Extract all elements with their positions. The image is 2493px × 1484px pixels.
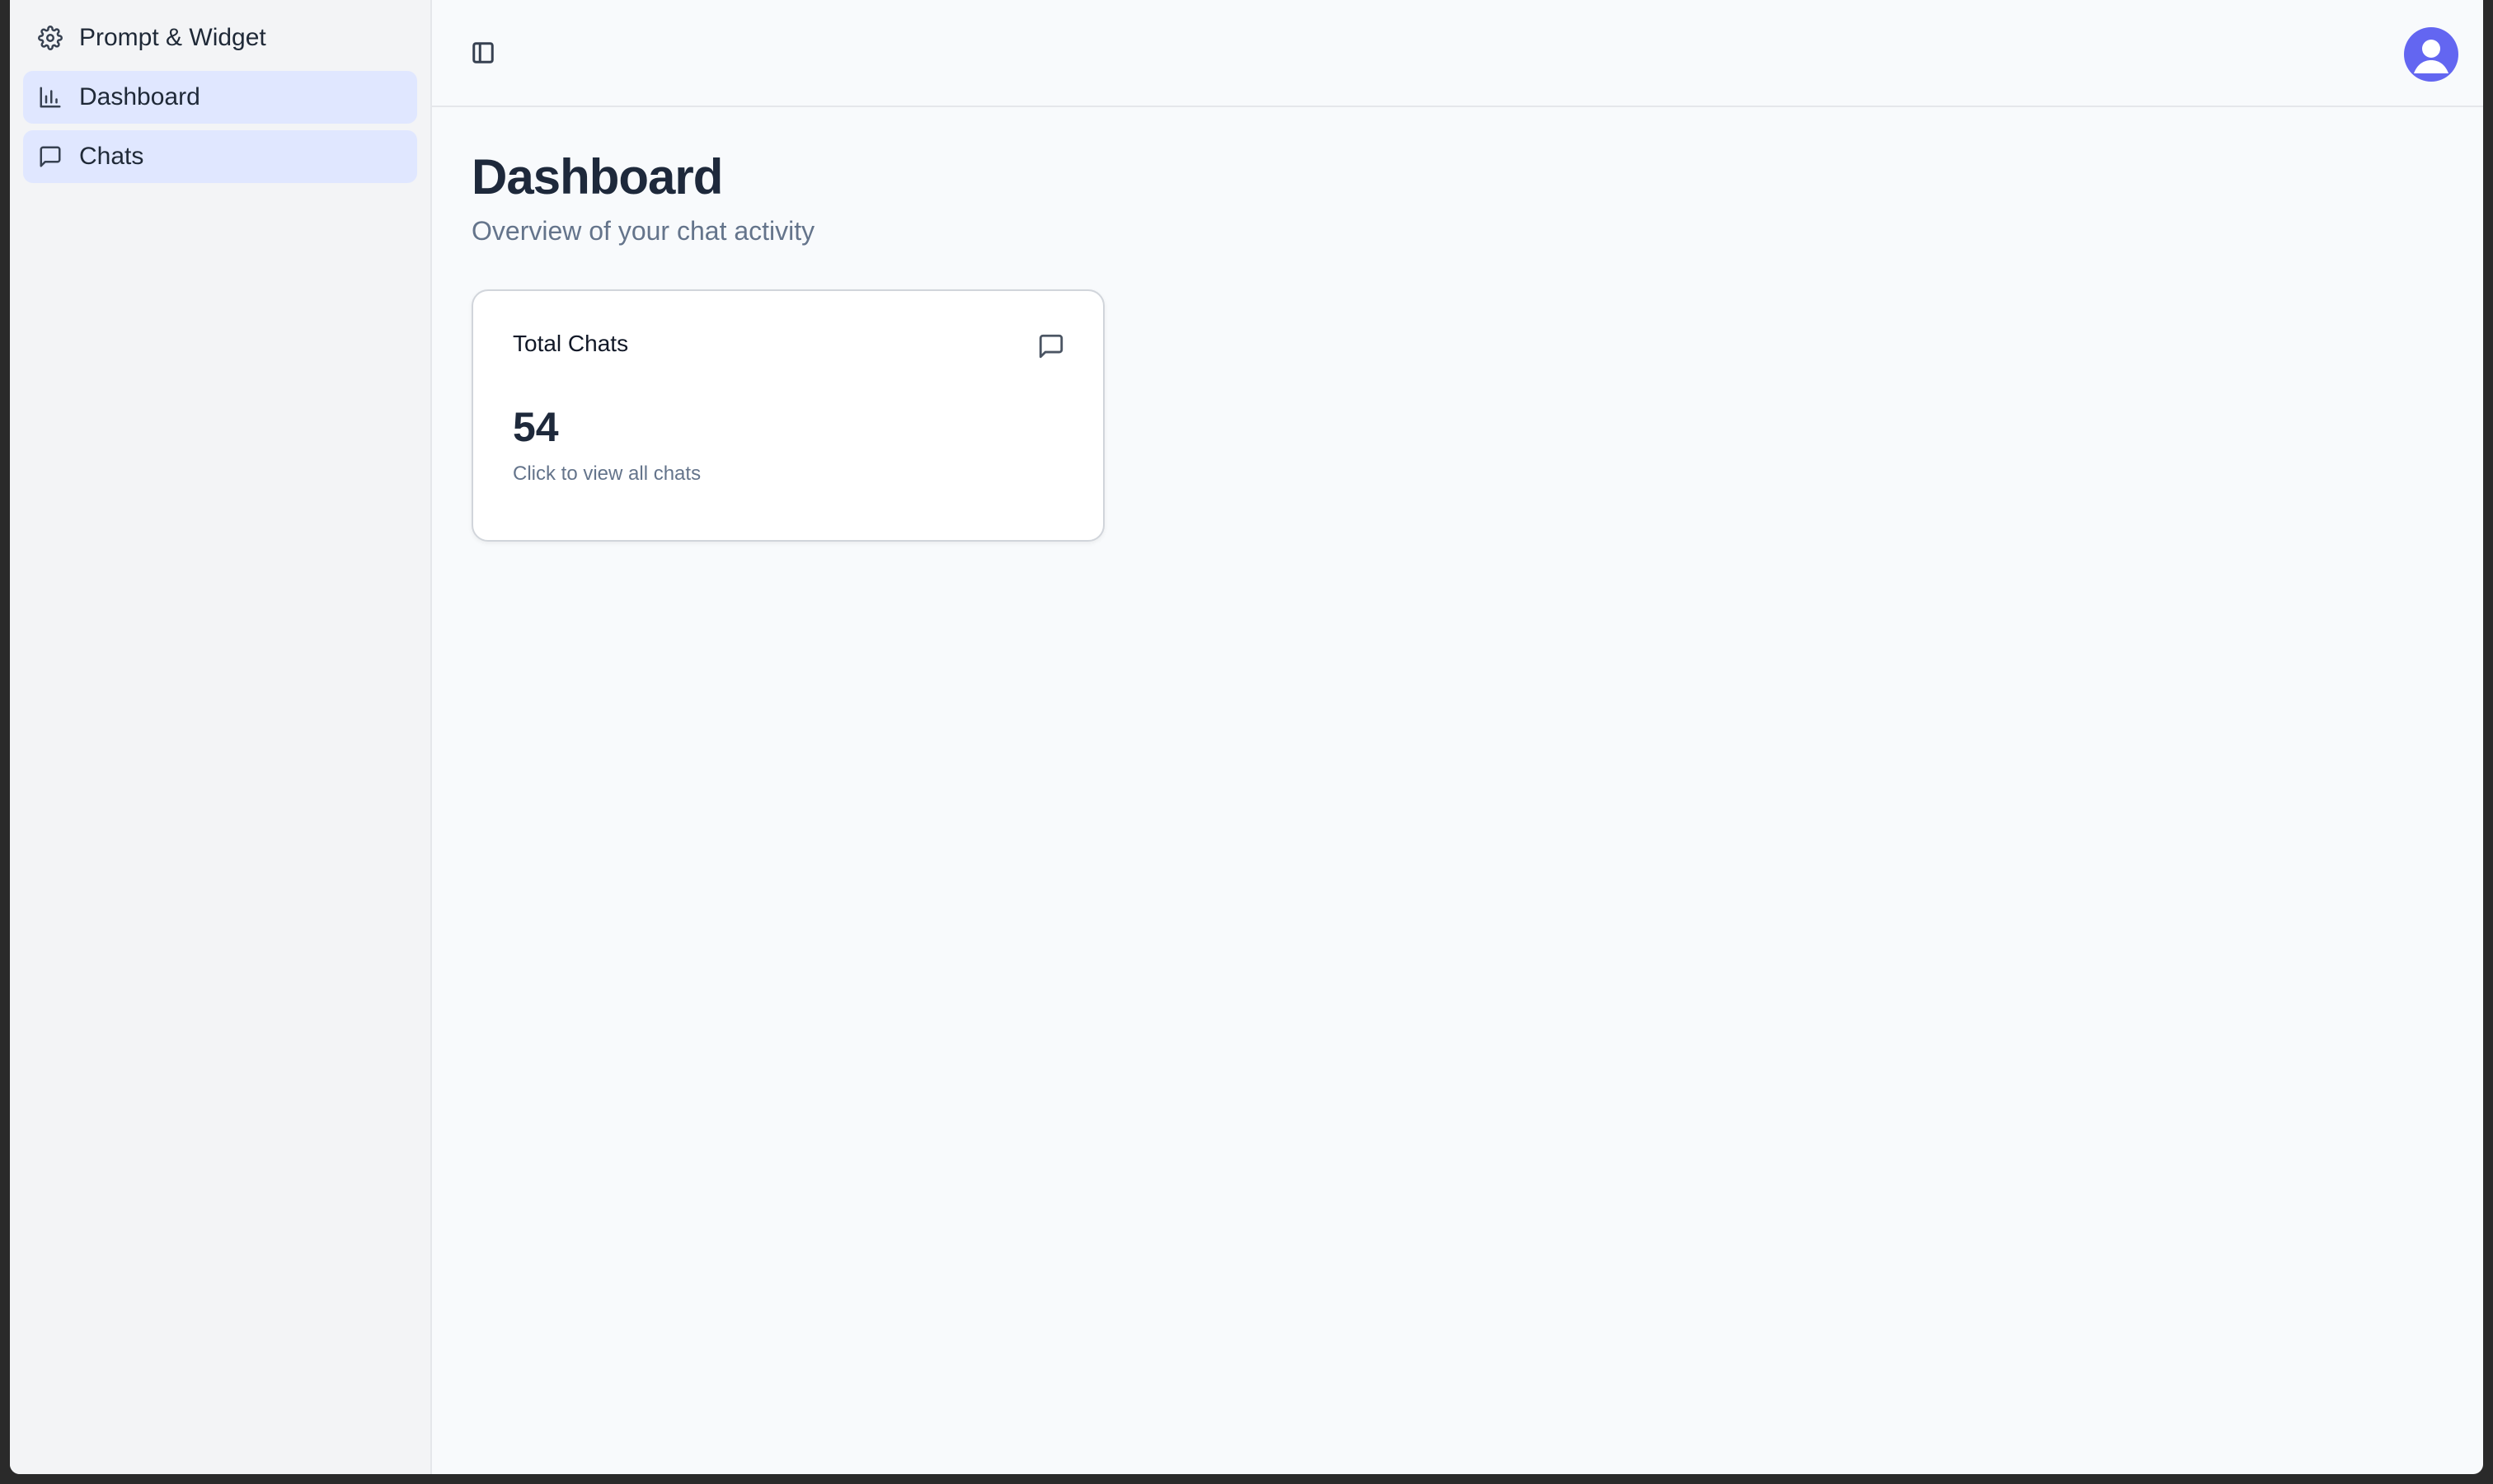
dashboard-content: Dashboard Overview of your chat activity… — [432, 107, 2483, 585]
sidebar-item-label: Chats — [79, 143, 144, 170]
sidebar-item-label: Dashboard — [79, 83, 200, 110]
sidebar-toggle-button[interactable] — [468, 40, 498, 69]
sidebar-toggle-icon — [471, 40, 495, 69]
total-chats-card[interactable]: Total Chats 54 Click to view all chats — [472, 289, 1105, 542]
card-hint: Click to view all chats — [513, 463, 702, 485]
message-square-icon — [36, 143, 64, 171]
app-window: Prompt & Widget Dashboard Chats Dashboar… — [10, 0, 2483, 1474]
total-chats-value: 54 — [513, 404, 559, 450]
top-bar — [432, 0, 2483, 107]
message-square-icon — [1037, 332, 1065, 360]
main-area: Dashboard Overview of your chat activity… — [432, 0, 2483, 1474]
sidebar: Prompt & Widget Dashboard Chats — [10, 0, 432, 1474]
sidebar-item-chats[interactable]: Chats — [23, 130, 417, 183]
page-title: Dashboard — [472, 149, 723, 204]
sidebar-item-dashboard[interactable]: Dashboard — [23, 71, 417, 124]
user-avatar-icon — [2404, 40, 2458, 82]
user-avatar-button[interactable] — [2404, 27, 2458, 82]
sidebar-item-prompt-widget[interactable]: Prompt & Widget — [23, 12, 417, 64]
sidebar-item-label: Prompt & Widget — [79, 24, 266, 51]
bar-chart-icon — [36, 83, 64, 111]
page-subtitle: Overview of your chat activity — [472, 216, 815, 246]
card-title: Total Chats — [513, 331, 629, 356]
gear-icon — [36, 24, 64, 52]
